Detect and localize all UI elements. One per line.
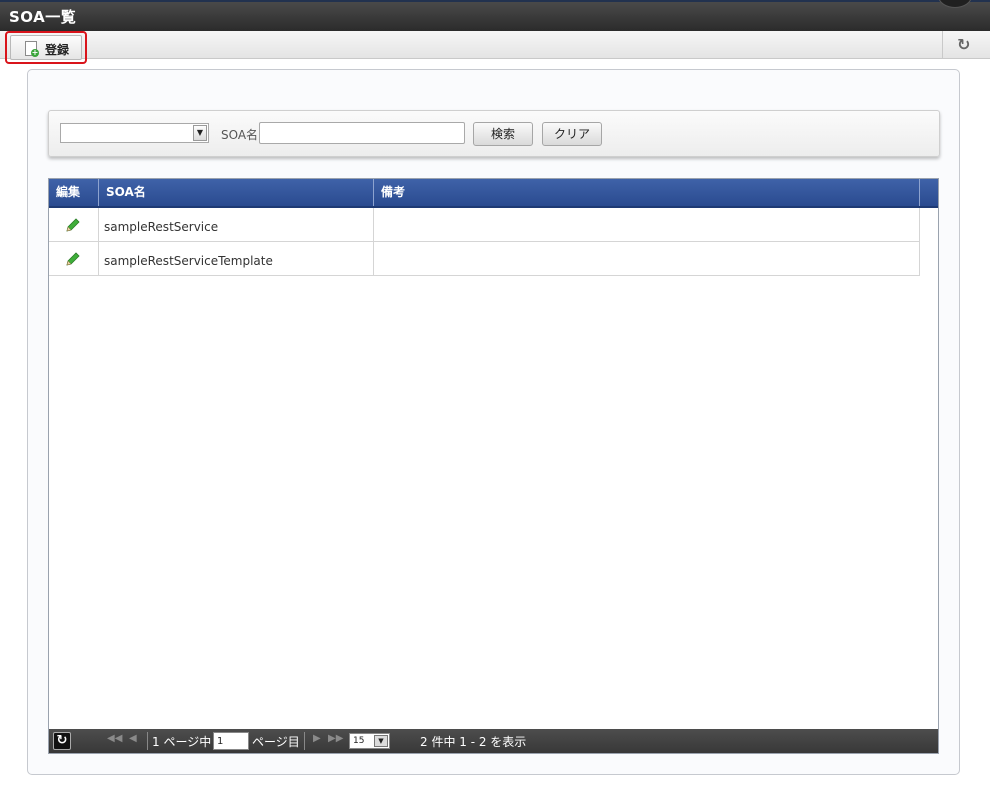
title-bar: SOA一覧 [0,0,990,31]
pager-divider [304,732,305,750]
reload-icon[interactable]: ↻ [53,732,71,750]
pager-divider [147,732,148,750]
pager: ↻ ◀◀ ◀ 1 ページ中 ページ目 ▶ ▶▶ 15 ▼ 2 件中 1 - 2 … [49,729,938,753]
register-button-label: 登録 [45,43,70,57]
soa-name-cell: sampleRestServiceTemplate [99,242,374,275]
edit-cell [49,242,99,275]
column-header-soa-name[interactable]: SOA名 [99,179,374,206]
edit-cell [49,208,99,241]
soa-name-cell: sampleRestService [99,208,374,241]
page-suffix: ページ目 [252,735,300,749]
refresh-icon: ↻ [957,35,971,54]
page-size-value: 15 [353,736,365,746]
search-button[interactable]: 検索 [473,122,533,146]
first-page-icon[interactable]: ◀◀ [107,733,122,744]
soa-grid: 編集 SOA名 備考 sampleRestService sampleRestS… [48,178,939,754]
last-page-icon[interactable]: ▶▶ [328,733,343,744]
pencil-icon[interactable] [65,217,81,233]
clear-button[interactable]: クリア [542,122,602,146]
main-panel: ▼ SOA名 検索 クリア 編集 SOA名 備考 sampleRestServi… [27,69,960,775]
search-bar: ▼ SOA名 検索 クリア [48,110,940,157]
chevron-down-icon[interactable]: ▼ [374,735,388,747]
soa-name-input[interactable] [259,122,465,144]
page-number-input[interactable] [213,732,249,750]
column-header-edit[interactable]: 編集 [49,179,99,206]
note-cell [374,208,920,241]
page-prefix: 1 ページ中 [152,735,212,749]
corner-decoration [938,0,972,8]
column-header-note[interactable]: 備考 [374,179,920,206]
new-document-icon: + [25,41,39,57]
record-summary: 2 件中 1 - 2 を表示 [420,735,527,749]
table-row[interactable]: sampleRestServiceTemplate [49,242,920,276]
refresh-button[interactable]: ↻ [942,31,990,59]
page-size-select[interactable]: 15 ▼ [349,733,390,749]
toolbar: + 登録 ↻ [0,31,990,64]
page-title: SOA一覧 [9,8,77,26]
column-header-filler [920,179,938,206]
register-button-highlight: + 登録 [5,31,87,64]
note-cell [374,242,920,275]
register-button[interactable]: + 登録 [10,35,82,60]
next-page-icon[interactable]: ▶ [313,733,321,744]
soa-name-label: SOA名 [221,128,259,142]
chevron-down-icon[interactable]: ▼ [193,125,207,141]
grid-header: 編集 SOA名 備考 [49,179,938,208]
prev-page-icon[interactable]: ◀ [129,733,137,744]
table-row[interactable]: sampleRestService [49,208,920,242]
type-select[interactable]: ▼ [60,123,209,143]
pencil-icon[interactable] [65,251,81,267]
